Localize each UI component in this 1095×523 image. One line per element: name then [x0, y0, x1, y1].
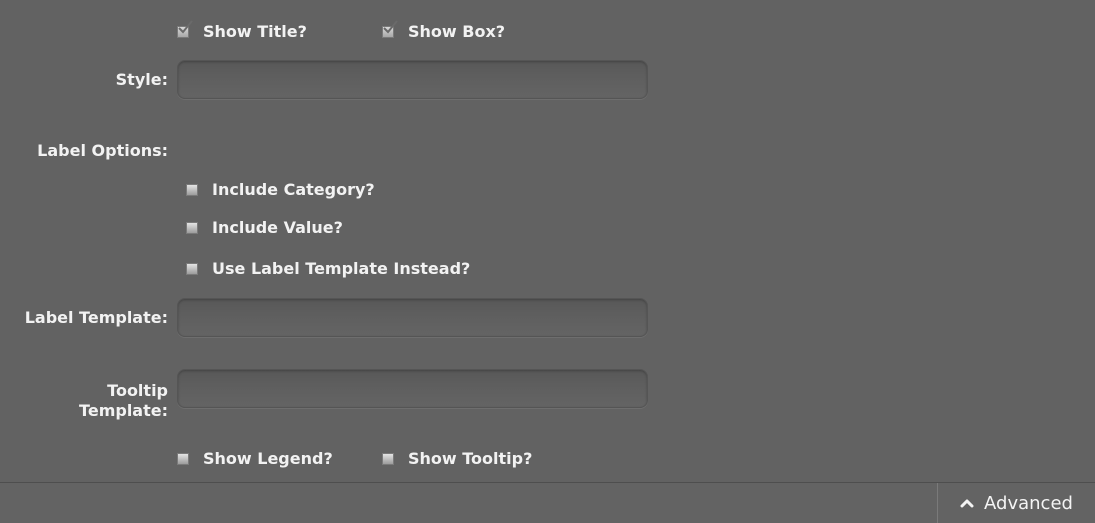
checkmark-icon [383, 19, 398, 33]
show-box-option[interactable]: Show Box? [382, 19, 506, 41]
show-tooltip-checkbox[interactable] [382, 452, 394, 465]
label-template-label: Label Template: [24, 308, 168, 327]
include-value-option[interactable]: Include Value? [186, 218, 343, 237]
show-box-label: Show Box? [408, 22, 506, 41]
show-title-label: Show Title? [203, 22, 307, 41]
show-box-checkbox[interactable] [382, 19, 398, 38]
label-template-input[interactable] [177, 298, 648, 337]
include-value-checkbox[interactable] [186, 221, 198, 234]
include-value-label: Include Value? [212, 218, 343, 237]
advanced-label: Advanced [984, 492, 1073, 514]
tooltip-template-label-line1: Tooltip [107, 381, 168, 400]
show-title-option[interactable]: Show Title? [177, 19, 307, 41]
checkmark-icon [178, 19, 193, 33]
include-category-option[interactable]: Include Category? [186, 180, 375, 199]
tooltip-template-label: Tooltip Template: [79, 381, 168, 421]
chevron-up-icon [960, 498, 974, 508]
show-title-checkbox[interactable] [177, 19, 193, 38]
include-category-checkbox[interactable] [186, 183, 198, 196]
use-label-template-label: Use Label Template Instead? [212, 259, 471, 278]
show-legend-label: Show Legend? [203, 449, 333, 468]
style-input[interactable] [177, 60, 648, 99]
panel-footer: Advanced [0, 482, 1095, 523]
advanced-button[interactable]: Advanced [937, 483, 1095, 523]
label-options-heading: Label Options: [37, 141, 168, 160]
style-label: Style: [115, 70, 168, 89]
show-legend-checkbox[interactable] [177, 452, 189, 465]
show-tooltip-option[interactable]: Show Tooltip? [382, 449, 532, 468]
use-label-template-checkbox[interactable] [186, 262, 198, 275]
tooltip-template-input[interactable] [177, 369, 648, 408]
show-tooltip-label: Show Tooltip? [408, 449, 533, 468]
include-category-label: Include Category? [212, 180, 375, 199]
chart-options-panel: Show Title? Show Box? Style: Label Optio… [0, 0, 1095, 482]
show-legend-option[interactable]: Show Legend? [177, 449, 333, 468]
use-label-template-option[interactable]: Use Label Template Instead? [186, 259, 470, 278]
tooltip-template-label-line2: Template: [79, 401, 168, 420]
